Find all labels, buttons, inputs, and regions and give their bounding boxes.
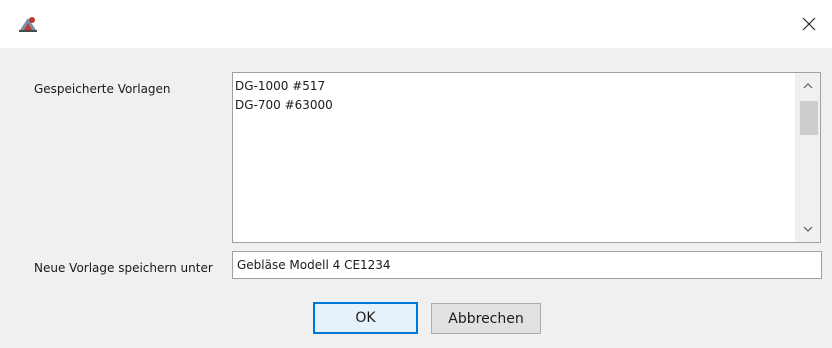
list-items: DG-1000 #517 DG-700 #63000 bbox=[235, 77, 792, 115]
saved-templates-label: Gespeicherte Vorlagen bbox=[34, 82, 171, 96]
ok-button[interactable]: OK bbox=[313, 302, 418, 334]
dialog-content: Gespeicherte Vorlagen DG-1000 #517 DG-70… bbox=[0, 48, 832, 348]
scroll-up-button[interactable] bbox=[796, 73, 820, 99]
close-icon bbox=[802, 17, 816, 31]
list-item[interactable]: DG-700 #63000 bbox=[235, 96, 792, 115]
chevron-up-icon bbox=[803, 83, 813, 89]
saved-templates-list[interactable]: DG-1000 #517 DG-700 #63000 bbox=[232, 72, 821, 243]
app-logo-icon bbox=[19, 17, 37, 32]
scroll-down-button[interactable] bbox=[796, 216, 820, 242]
list-item[interactable]: DG-1000 #517 bbox=[235, 77, 792, 96]
close-button[interactable] bbox=[786, 0, 832, 48]
cancel-button[interactable]: Abbrechen bbox=[431, 303, 541, 334]
title-bar bbox=[0, 0, 832, 48]
new-template-label: Neue Vorlage speichern unter bbox=[34, 261, 213, 275]
vertical-scrollbar[interactable] bbox=[795, 73, 820, 242]
scrollbar-thumb[interactable] bbox=[800, 101, 818, 135]
chevron-down-icon bbox=[803, 226, 813, 232]
new-template-name-input[interactable]: Gebläse Modell 4 CE1234 bbox=[232, 251, 822, 279]
